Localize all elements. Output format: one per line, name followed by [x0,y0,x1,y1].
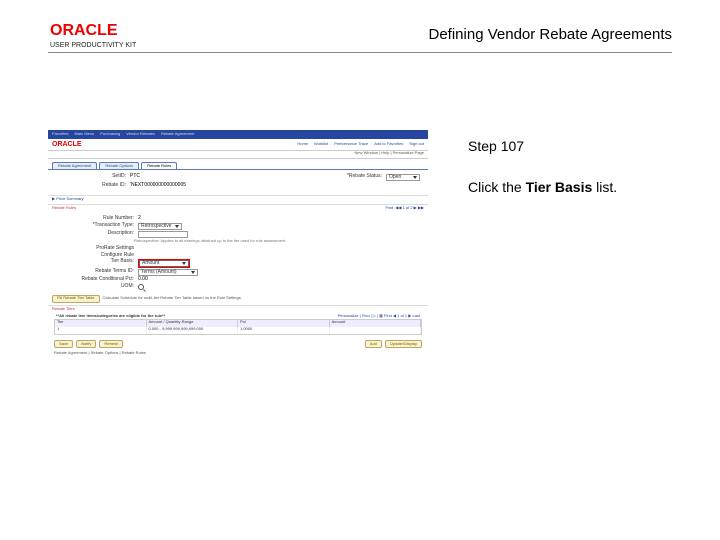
fill-bar: Fill Rebate Tier Table Calculate Schedul… [52,295,424,303]
breadcrumb-bar: Favorites Main Menu Purchasing Vendor Re… [48,130,428,139]
chevron-down-icon [175,225,179,228]
oracle-logo: ORACLE [50,22,136,40]
cell [330,327,422,334]
app-screenshot: Favorites Main Menu Purchasing Vendor Re… [48,130,428,368]
tier-table-header: **All rebate line items/categories are e… [48,314,428,318]
cell: 0.000 - 9,999,999,999,999.000 [147,327,239,334]
tier-basis-highlight: Amount [138,259,190,268]
add-button[interactable]: Add [365,340,382,348]
section-rebate-tiers: Rebate Tiers [48,305,428,312]
table-head: Tier Amount / Quantity Range Pct Amount [55,320,421,327]
section-price-summary[interactable]: ▶ Price Summary [48,195,428,202]
tier-basis-select[interactable]: Amount [139,260,189,267]
form-header: SetID: PTC *Rebate Status: Open Rebate I… [48,170,428,193]
oracle-subtitle: USER PRODUCTIVITY KIT [50,42,136,49]
breadcrumb: Favorites Main Menu Purchasing Vendor Re… [52,132,194,136]
brand-block: ORACLE USER PRODUCTIVITY KIT [50,22,136,49]
step-label: Step 107 [468,138,524,154]
rule-num-value: 2 [138,216,141,222]
col-amt: Amount [330,320,422,327]
window-tools[interactable]: New Window | Help | Personalize Page [48,151,428,159]
refresh-button[interactable]: Refresh [99,340,123,348]
link-perf[interactable]: Performance Trace [334,142,368,146]
tab-rebate-rules[interactable]: Rebate Rules [141,162,177,169]
tab-rebate-agreement[interactable]: Rebate Agreement [52,162,97,169]
chevron-down-icon [182,262,186,265]
crumb[interactable]: Vendor Rebates [126,132,155,136]
tier-table: Tier Amount / Quantity Range Pct Amount … [54,319,422,335]
header-links: Home Worklist Performance Trace Add to F… [297,142,424,146]
tab-bar: Rebate Agreement Rebate Options Rebate R… [48,159,428,169]
setid-value: PTC [130,174,140,181]
desc-label: Description: [56,231,134,238]
link-fav[interactable]: Add to Favorites [374,142,403,146]
rules-title: Rebate Rules [52,206,76,210]
rules-body: Rule Number: 2 *Transaction Type: Retros… [48,213,428,292]
update-display-button[interactable]: Update/Display [385,340,422,348]
instr-bold: Tier Basis [526,179,593,195]
col-tier: Tier [55,320,147,327]
search-icon[interactable] [138,284,144,290]
terms-select[interactable]: Terms (Amount) [138,269,198,276]
crumb[interactable]: Main Menu [74,132,94,136]
footer-crumb[interactable]: Rebate Agreement | Rebate Options | Reba… [48,350,428,356]
crumb[interactable]: Rebate Agreement [161,132,194,136]
txn-type-select[interactable]: Retrospective [138,223,182,230]
fill-rebate-button[interactable]: Fill Rebate Tier Table [52,295,100,303]
cond-pct-label: Rebate Conditional Pct: [56,277,134,283]
uom-label: UOM: [56,284,134,290]
instruction-text: Click the Tier Basis list. [468,178,617,196]
rule-num-label: Rule Number: [56,216,134,222]
status-select[interactable]: Open [386,174,420,181]
tier-basis-label: Tier Basis: [56,259,134,268]
chevron-down-icon [191,271,195,274]
rebateid-label: Rebate ID: [56,183,126,189]
chevron-down-icon [413,176,417,179]
rebateid-value: 'NEXT000000000000005 [130,183,186,189]
cell: 1 [55,327,147,334]
desc-input[interactable] [138,231,188,238]
instr-pre: Click the [468,179,526,195]
prorate-label: ProRate Settings [56,246,134,252]
setid-label: SetID: [56,174,126,181]
header-rule [48,52,672,53]
page-title: Defining Vendor Rebate Agreements [429,26,673,43]
crumb[interactable]: Favorites [52,132,68,136]
cond-pct-value: 0.00 [138,277,148,283]
tier-grid-nav[interactable]: Personalize | Find | ▷ | ▦ First ◀ 1 of … [338,314,420,318]
footer-buttons: Save Notify Refresh Add Update/Display [48,338,428,350]
app-logo: ORACLE [52,141,82,149]
section-rebate-rules: Rebate Rules Find ◀◀ 1 of 2 ▶ ▶▶ [48,204,428,211]
status-label: *Rebate Status: [334,174,382,181]
link-signout[interactable]: Sign out [409,142,424,146]
notify-button[interactable]: Notify [76,340,96,348]
terms-label: Rebate Terms ID: [56,269,134,276]
instr-post: list. [592,179,617,195]
tab-rebate-options[interactable]: Rebate Options [99,162,139,169]
link-worklist[interactable]: Worklist [314,142,328,146]
fill-note: Calculate Schedule for multi-tier Rebate… [103,296,242,300]
cell: 1.0000 [238,327,330,334]
txn-type-label: *Transaction Type: [56,223,134,230]
rules-grid-nav[interactable]: Find ◀◀ 1 of 2 ▶ ▶▶ [385,206,424,210]
table-row[interactable]: 1 0.000 - 9,999,999,999,999.000 1.0000 [55,327,421,334]
tier-eligible-msg: **All rebate line items/categories are e… [56,314,165,318]
desc-hint: Retrospective: Applies to all earnings o… [134,239,420,243]
link-home[interactable]: Home [297,142,308,146]
crumb[interactable]: Purchasing [100,132,120,136]
save-button[interactable]: Save [54,340,73,348]
